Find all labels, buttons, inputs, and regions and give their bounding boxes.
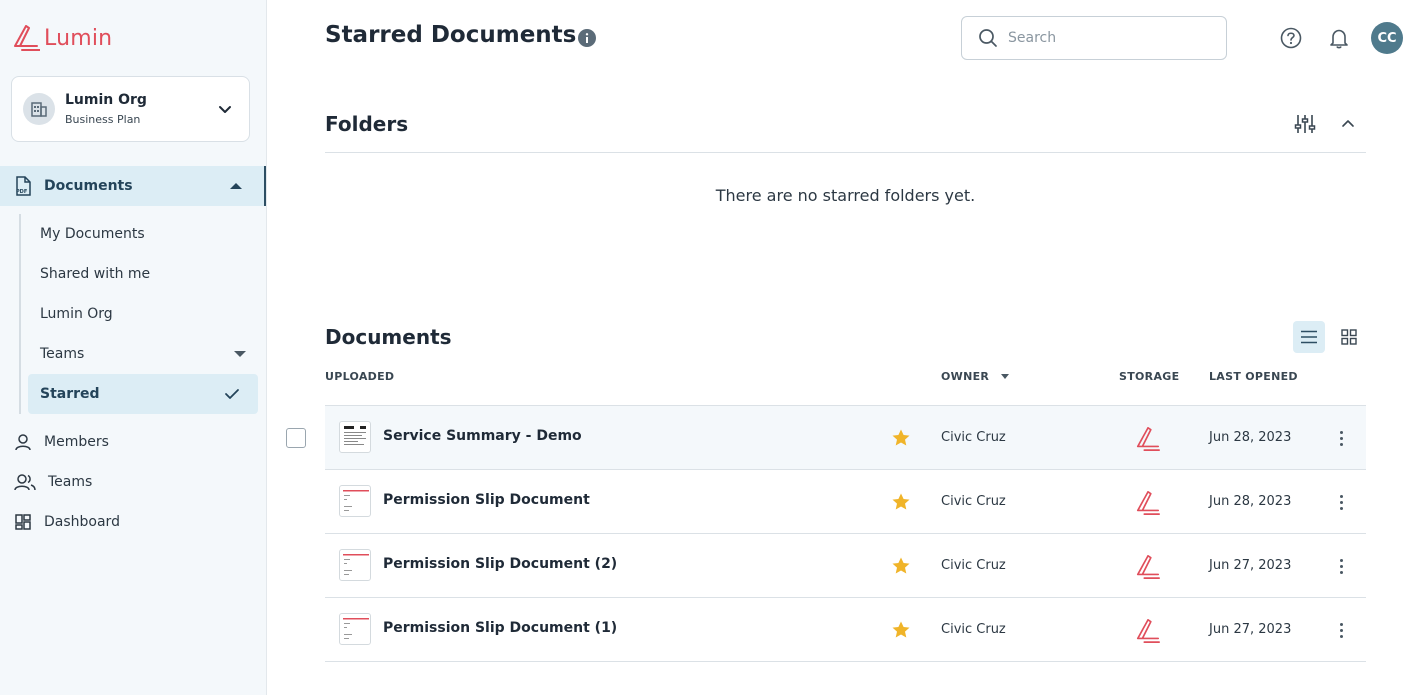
filter-sliders-icon[interactable] bbox=[1294, 114, 1316, 134]
lumin-storage-icon bbox=[1136, 555, 1160, 579]
empty-folders-message: There are no starred folders yet. bbox=[715, 186, 976, 205]
more-vertical-icon[interactable] bbox=[1333, 428, 1349, 448]
check-icon bbox=[225, 389, 239, 399]
sidebar-item-label: Members bbox=[44, 434, 109, 450]
caret-up-icon bbox=[230, 183, 242, 189]
sidebar-item-shared-with-me[interactable]: Shared with me bbox=[28, 254, 258, 294]
sidebar-item-teams-group[interactable]: Teams bbox=[28, 334, 258, 374]
sidebar-item-lumin-org[interactable]: Lumin Org bbox=[28, 294, 258, 334]
sidebar-item-my-documents[interactable]: My Documents bbox=[28, 214, 258, 254]
list-icon bbox=[1301, 330, 1317, 344]
row-checkbox[interactable] bbox=[286, 428, 306, 448]
owner-name: Civic Cruz bbox=[941, 494, 1006, 509]
sidebar-item-starred[interactable]: Starred bbox=[28, 374, 258, 414]
last-opened-date: Jun 27, 2023 bbox=[1209, 558, 1292, 573]
document-name[interactable]: Service Summary - Demo bbox=[383, 428, 582, 444]
more-vertical-icon[interactable] bbox=[1333, 620, 1349, 640]
folders-title: Folders bbox=[325, 112, 409, 136]
column-header-storage: STORAGE bbox=[1119, 370, 1180, 383]
table-row[interactable]: Service Summary - Demo Civic Cruz Jun 28, … bbox=[286, 406, 1366, 470]
table-row[interactable]: Permission Slip Document (2) Civic Cruz Ju… bbox=[325, 534, 1366, 598]
documents-title: Documents bbox=[325, 325, 452, 349]
sidebar-item-teams[interactable]: Teams bbox=[14, 467, 92, 497]
table-row[interactable]: Permission Slip Document (1) Civic Cruz Ju… bbox=[325, 598, 1366, 662]
building-icon bbox=[23, 93, 55, 125]
document-name[interactable]: Permission Slip Document bbox=[383, 492, 590, 508]
chevron-down-icon bbox=[219, 106, 231, 113]
more-vertical-icon[interactable] bbox=[1333, 492, 1349, 512]
sidebar-item-members[interactable]: Members bbox=[14, 427, 109, 457]
column-header-last-opened: LAST OPENED bbox=[1209, 370, 1298, 383]
bell-icon[interactable] bbox=[1328, 27, 1350, 49]
logo-text: Lumin bbox=[44, 25, 113, 51]
sidebar-item-label: Teams bbox=[40, 346, 85, 362]
sidebar-item-label: Dashboard bbox=[44, 514, 120, 530]
column-header-uploaded[interactable]: UPLOADED bbox=[325, 370, 394, 383]
sidebar-item-label: Teams bbox=[48, 474, 93, 490]
org-name: Lumin Org bbox=[65, 92, 147, 108]
column-header-owner[interactable]: OWNER bbox=[941, 370, 989, 383]
star-icon[interactable] bbox=[891, 620, 911, 640]
owner-name: Civic Cruz bbox=[941, 558, 1006, 573]
sidebar-item-label: Starred bbox=[40, 386, 100, 402]
lumin-storage-icon bbox=[1136, 619, 1160, 643]
avatar[interactable]: CC bbox=[1371, 22, 1403, 54]
table-row[interactable]: Permission Slip Document Civic Cruz Jun 28… bbox=[325, 470, 1366, 534]
owner-name: Civic Cruz bbox=[941, 430, 1006, 445]
document-thumbnail bbox=[339, 549, 371, 581]
help-icon[interactable] bbox=[1280, 27, 1302, 49]
search-box[interactable] bbox=[961, 16, 1227, 60]
last-opened-date: Jun 27, 2023 bbox=[1209, 622, 1292, 637]
star-icon[interactable] bbox=[891, 492, 911, 512]
document-thumbnail bbox=[339, 421, 371, 453]
subnav-divider bbox=[19, 214, 21, 414]
lumin-logo-icon bbox=[14, 25, 40, 51]
document-name[interactable]: Permission Slip Document (1) bbox=[383, 620, 617, 636]
document-thumbnail bbox=[339, 613, 371, 645]
more-vertical-icon[interactable] bbox=[1333, 556, 1349, 576]
list-view-button[interactable] bbox=[1293, 321, 1325, 353]
grid-icon bbox=[1341, 329, 1357, 345]
sidebar-item-documents[interactable]: PDF Documents bbox=[0, 166, 266, 206]
grid-view-button[interactable] bbox=[1333, 321, 1365, 353]
info-icon[interactable] bbox=[578, 29, 596, 47]
star-icon[interactable] bbox=[891, 556, 911, 576]
sidebar-item-dashboard[interactable]: Dashboard bbox=[14, 507, 120, 537]
svg-text:PDF: PDF bbox=[16, 189, 27, 195]
sidebar: Lumin Lumin Org Business Plan PDF Docume… bbox=[0, 0, 267, 695]
document-thumbnail bbox=[339, 485, 371, 517]
lumin-storage-icon bbox=[1136, 427, 1160, 451]
document-name[interactable]: Permission Slip Document (2) bbox=[383, 556, 617, 572]
search-input[interactable] bbox=[1008, 30, 1208, 46]
last-opened-date: Jun 28, 2023 bbox=[1209, 430, 1292, 445]
search-icon bbox=[979, 29, 997, 47]
org-plan: Business Plan bbox=[65, 113, 141, 126]
page-title: Starred Documents bbox=[325, 22, 577, 48]
org-switcher[interactable]: Lumin Org Business Plan bbox=[11, 76, 250, 142]
pdf-icon: PDF bbox=[16, 176, 31, 196]
owner-name: Civic Cruz bbox=[941, 622, 1006, 637]
caret-down-icon bbox=[234, 351, 246, 357]
sort-caret-icon[interactable] bbox=[1001, 374, 1009, 379]
lumin-logo[interactable]: Lumin bbox=[12, 22, 112, 54]
star-icon[interactable] bbox=[891, 428, 911, 448]
chevron-up-icon[interactable] bbox=[1340, 116, 1356, 132]
last-opened-date: Jun 28, 2023 bbox=[1209, 494, 1292, 509]
users-icon bbox=[14, 474, 36, 491]
user-icon bbox=[15, 434, 31, 451]
sidebar-item-label: Documents bbox=[44, 178, 133, 194]
divider bbox=[325, 152, 1366, 153]
lumin-storage-icon bbox=[1136, 491, 1160, 515]
dashboard-icon bbox=[15, 514, 31, 530]
